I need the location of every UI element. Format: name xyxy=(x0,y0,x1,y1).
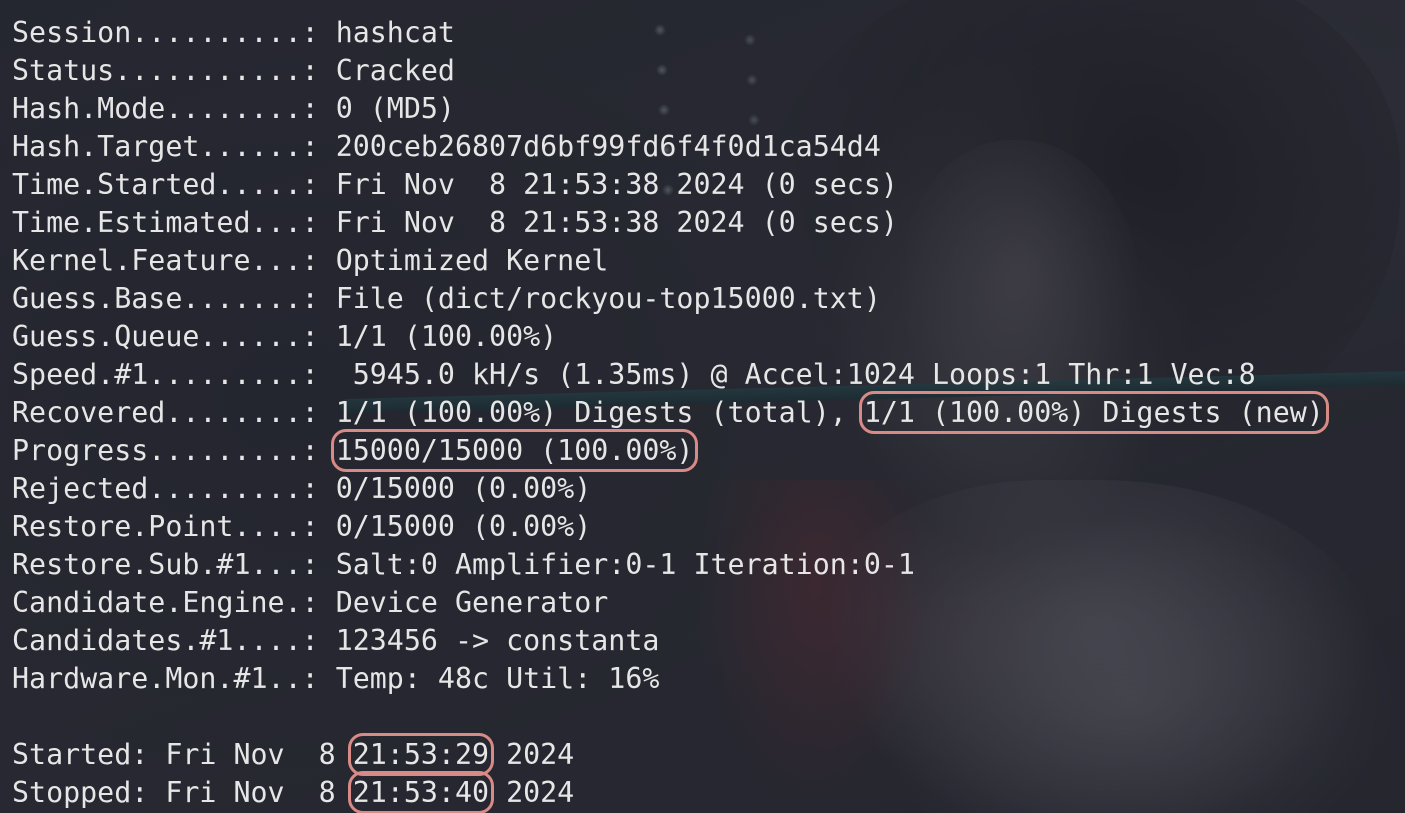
stat-key: Candidate.Engine. xyxy=(12,586,302,619)
stat-key: Guess.Base....... xyxy=(12,282,302,315)
stat-value: Device Generator xyxy=(335,586,609,619)
stat-line-guess-base: Guess.Base.......: File (dict/rockyou-to… xyxy=(12,280,1324,318)
stat-key: Time.Estimated... xyxy=(12,206,302,239)
stat-separator: : xyxy=(301,282,336,315)
stat-line-candidate-engine: Candidate.Engine.: Device Generator xyxy=(12,584,1324,622)
stat-value: 0/15000 (0.00%) xyxy=(335,510,592,543)
stat-separator: : xyxy=(301,358,336,391)
summary-stopped-line: Stopped: Fri Nov 8 21:53:40 2024 xyxy=(12,771,1324,813)
stat-line-status: Status...........: Cracked xyxy=(12,52,1324,90)
stat-value: Salt:0 Amplifier:0-1 Iteration:0-1 xyxy=(335,548,915,581)
stat-key: Session.......... xyxy=(12,16,302,49)
highlighted-started-time: 21:53:29 xyxy=(347,733,495,776)
stat-value: Optimized Kernel xyxy=(335,244,609,277)
stat-key: Candidates.#1.... xyxy=(12,624,302,657)
stat-value: File (dict/rockyou-top15000.txt) xyxy=(335,282,881,315)
stat-separator: : xyxy=(301,168,336,201)
stat-separator: : xyxy=(301,434,336,467)
stat-line-rejected: Rejected.........: 0/15000 (0.00%) xyxy=(12,470,1324,508)
stat-separator: : xyxy=(301,472,336,505)
stat-key: Restore.Sub.#1... xyxy=(12,548,302,581)
summary-started-prefix: Started: Fri Nov 8 xyxy=(12,738,353,771)
stat-line-time-estimated: Time.Estimated...: Fri Nov 8 21:53:38 20… xyxy=(12,204,1324,242)
stat-key: Kernel.Feature... xyxy=(12,244,302,277)
stat-separator: : xyxy=(301,396,336,429)
summary-started-suffix: 2024 xyxy=(489,738,575,771)
stat-separator: : xyxy=(301,548,336,581)
stat-value: 5945.0 kH/s (1.35ms) @ Accel:1024 Loops:… xyxy=(335,358,1256,391)
summary-stopped-suffix: 2024 xyxy=(489,776,575,809)
stat-value: 123456 -> constanta xyxy=(335,624,660,657)
stat-value: hashcat xyxy=(335,16,455,49)
stat-separator: : xyxy=(301,624,336,657)
stat-line-progress: Progress.........: 15000/15000 (100.00%) xyxy=(12,429,1324,472)
stat-line-recovered: Recovered........: 1/1 (100.00%) Digests… xyxy=(12,391,1329,434)
stat-separator: : xyxy=(301,320,336,353)
stat-key: Hash.Mode........ xyxy=(12,92,302,125)
stat-separator: : xyxy=(301,54,336,87)
stat-separator: : xyxy=(301,510,336,543)
stat-line-restore-point: Restore.Point....: 0/15000 (0.00%) xyxy=(12,508,1324,546)
stat-line-speed: Speed.#1.........: 5945.0 kH/s (1.35ms) … xyxy=(12,356,1324,394)
stat-value: Fri Nov 8 21:53:38 2024 (0 secs) xyxy=(335,168,898,201)
stat-separator: : xyxy=(301,586,336,619)
stat-separator: : xyxy=(301,130,336,163)
stat-value: Temp: 48c Util: 16% xyxy=(335,662,660,695)
stat-separator: : xyxy=(301,662,336,695)
stat-key: Hash.Target...... xyxy=(12,130,302,163)
stat-key: Guess.Queue...... xyxy=(12,320,302,353)
summary-started-line: Started: Fri Nov 8 21:53:29 2024 xyxy=(12,733,1324,776)
stat-line-hash-mode: Hash.Mode........: 0 (MD5) xyxy=(12,90,1324,128)
stat-separator: : xyxy=(301,206,336,239)
stat-key: Rejected......... xyxy=(12,472,302,505)
stat-line-session: Session..........: hashcat xyxy=(12,14,1324,52)
stat-key: Time.Started..... xyxy=(12,168,302,201)
stat-value: 1/1 (100.00%) Digests (total), xyxy=(335,396,864,429)
stat-key: Hardware.Mon.#1.. xyxy=(12,662,302,695)
stat-line-hash-target: Hash.Target......: 200ceb26807d6bf99fd6f… xyxy=(12,128,1324,166)
stat-line-hardware-mon: Hardware.Mon.#1..: Temp: 48c Util: 16% xyxy=(12,660,1324,698)
stat-separator: : xyxy=(301,244,336,277)
stat-line-kernel-feature: Kernel.Feature...: Optimized Kernel xyxy=(12,242,1324,280)
stat-separator: : xyxy=(301,16,336,49)
stat-key: Restore.Point.... xyxy=(12,510,302,543)
stat-line-guess-queue: Guess.Queue......: 1/1 (100.00%) xyxy=(12,318,1324,356)
stat-key: Recovered........ xyxy=(12,396,302,429)
stat-value: 0 (MD5) xyxy=(335,92,455,125)
highlighted-recovered-new: 1/1 (100.00%) Digests (new) xyxy=(858,391,1329,434)
stat-value: Fri Nov 8 21:53:38 2024 (0 secs) xyxy=(335,206,898,239)
highlighted-stopped-time: 21:53:40 xyxy=(347,771,495,813)
stat-line-candidates: Candidates.#1....: 123456 -> constanta xyxy=(12,622,1324,660)
stat-line-restore-sub: Restore.Sub.#1...: Salt:0 Amplifier:0-1 … xyxy=(12,546,1324,584)
summary-stopped-prefix: Stopped: Fri Nov 8 xyxy=(12,776,353,809)
stat-separator: : xyxy=(301,92,336,125)
stat-key: Status........... xyxy=(12,54,302,87)
stat-value: 0/15000 (0.00%) xyxy=(335,472,592,505)
stat-value: Cracked xyxy=(335,54,455,87)
highlighted-progress: 15000/15000 (100.00%) xyxy=(330,429,699,472)
stat-value: 1/1 (100.00%) xyxy=(335,320,558,353)
stat-line-time-started: Time.Started.....: Fri Nov 8 21:53:38 20… xyxy=(12,166,1324,204)
terminal-output[interactable]: Session..........: hashcat Status........… xyxy=(12,14,1329,813)
stat-key: Speed.#1......... xyxy=(12,358,302,391)
stat-value: 200ceb26807d6bf99fd6f4f0d1ca54d4 xyxy=(335,130,881,163)
stat-key: Progress......... xyxy=(12,434,302,467)
